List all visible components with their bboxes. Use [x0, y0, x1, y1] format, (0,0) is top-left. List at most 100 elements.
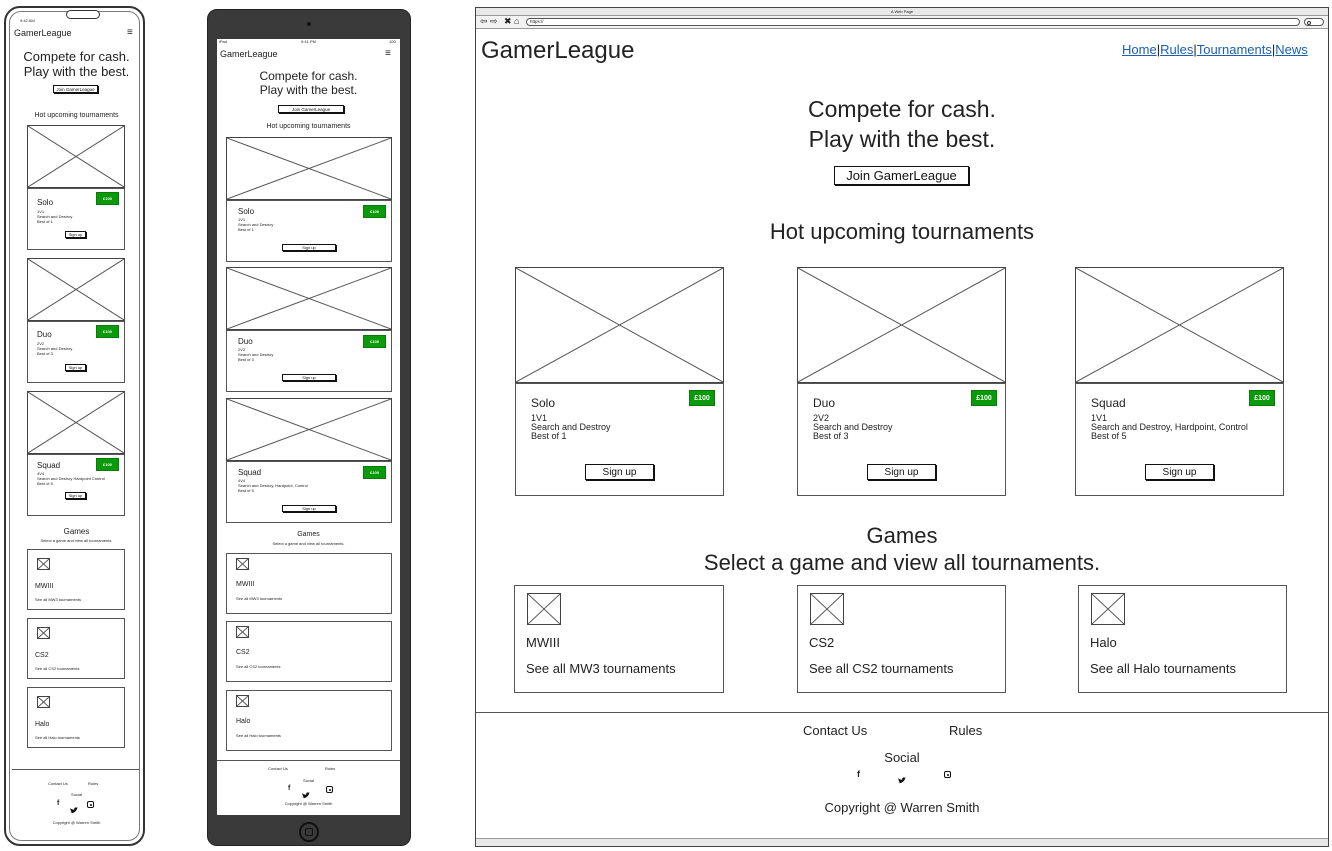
tablet-screen: iPad 9:41 PM 100 GamerLeague ≡ Compete f… — [217, 39, 400, 815]
card-title: Solo — [37, 198, 54, 207]
game-link[interactable]: See all Halo tournaments — [236, 733, 281, 738]
search-box[interactable] — [1304, 18, 1324, 26]
sign-up-button[interactable]: Sign up — [282, 374, 336, 381]
game-image-placeholder — [236, 558, 249, 570]
game-card[interactable]: MWIII See all MW3 tournaments — [514, 585, 724, 693]
sign-up-button[interactable]: Sign up — [65, 231, 86, 238]
game-link[interactable]: See all CS2 tournaments — [236, 664, 280, 669]
prize-badge: £100 — [363, 335, 386, 348]
tablet-game-card[interactable]: Halo See all Halo tournaments — [226, 690, 392, 751]
phone-game-card[interactable]: CS2 See all CS2 tournaments — [27, 618, 125, 679]
browser-titlebar: A Web Page — [476, 8, 1328, 16]
twitter-icon[interactable] — [898, 771, 906, 784]
tablet-join-button[interactable]: Join GamerLeague — [278, 105, 344, 113]
phone-section-title: Hot upcoming tournaments — [34, 112, 119, 119]
game-name: MWIII — [526, 635, 560, 650]
footer-rules-link[interactable]: Rules — [949, 723, 982, 738]
nav-news[interactable]: News — [1275, 42, 1308, 57]
hamburger-menu-icon[interactable]: ≡ — [385, 48, 391, 59]
game-name: MWIII — [236, 581, 255, 588]
game-name: Halo — [35, 721, 50, 728]
footer-contact-link[interactable]: Contact Us — [268, 766, 288, 771]
game-image-placeholder — [810, 593, 844, 625]
tablet-game-card[interactable]: MWIII See all MW3 tournaments — [226, 553, 392, 614]
address-bar[interactable]: https:// — [526, 18, 1300, 26]
instagram-icon[interactable] — [944, 771, 951, 778]
card-format: Best of 5 — [238, 488, 254, 493]
card-format: Best of 1 — [238, 227, 254, 232]
sign-up-button[interactable]: Sign up — [65, 492, 86, 499]
prize-badge: £100 — [96, 192, 119, 205]
tablet-tournament-card: £100 Solo 1V1 Search and Destroy Best of… — [226, 200, 392, 262]
browser-window: A Web Page ⇦ ⇨ ✖ ⌂ https:// GamerLeague … — [475, 7, 1329, 847]
twitter-icon[interactable] — [70, 801, 78, 814]
sign-up-button[interactable]: Sign up — [282, 505, 336, 512]
card-title: Squad — [238, 468, 262, 477]
game-link[interactable]: See all MW3 tournaments — [236, 596, 282, 601]
game-link[interactable]: See all MW3 tournaments — [35, 597, 81, 602]
card-format: Best of 3 — [813, 431, 849, 441]
home-icon[interactable]: ⌂ — [514, 16, 519, 26]
sign-up-button[interactable]: Sign up — [867, 464, 936, 480]
footer-copyright: Copyright @ Warren Smith — [824, 800, 980, 815]
hamburger-menu-icon[interactable]: ≡ — [127, 27, 133, 38]
facebook-icon[interactable]: f — [857, 769, 860, 779]
footer-rules-link[interactable]: Rules — [325, 766, 335, 771]
back-icon[interactable]: ⇦ — [480, 16, 488, 27]
tablet-brand[interactable]: GamerLeague — [220, 49, 278, 59]
tablet-tournament-card: £100 Squad 4V4 Search and Destroy, Hardp… — [226, 461, 392, 523]
game-link[interactable]: See all CS2 tournaments — [809, 661, 954, 676]
game-card[interactable]: CS2 See all CS2 tournaments — [797, 585, 1006, 693]
forward-icon[interactable]: ⇨ — [490, 16, 498, 27]
facebook-icon[interactable]: f — [288, 785, 290, 792]
footer-rules-link[interactable]: Rules — [88, 781, 98, 786]
phone-join-button[interactable]: Join GamerLeague — [53, 85, 98, 93]
phone-image-placeholder — [27, 258, 125, 321]
game-image-placeholder — [37, 696, 50, 708]
tablet-home-button[interactable] — [299, 822, 319, 842]
game-card[interactable]: Halo See all Halo tournaments — [1078, 585, 1287, 693]
sign-up-button[interactable]: Sign up — [282, 244, 336, 251]
nav-rules[interactable]: Rules — [1160, 42, 1193, 57]
phone-game-card[interactable]: MWIII See all MW3 tournaments — [27, 549, 125, 610]
tournament-image-placeholder — [797, 267, 1006, 383]
join-button[interactable]: Join GamerLeague — [834, 166, 969, 185]
card-format: Best of 1 — [531, 431, 567, 441]
games-subtitle: Select a game and view all tournaments. — [703, 550, 1101, 575]
game-link[interactable]: See all MW3 tournaments — [526, 661, 676, 676]
game-link[interactable]: See all CS2 tournaments — [35, 666, 79, 671]
instagram-icon[interactable] — [87, 801, 94, 808]
footer-contact-link[interactable]: Contact Us — [48, 781, 68, 786]
sign-up-button[interactable]: Sign up — [1145, 464, 1214, 480]
game-image-placeholder — [37, 627, 50, 639]
card-format: Best of 1 — [37, 219, 53, 224]
sign-up-button[interactable]: Sign up — [585, 464, 654, 480]
card-format: Best of 3 — [238, 357, 254, 362]
facebook-icon[interactable]: f — [57, 800, 59, 807]
sign-up-button[interactable]: Sign up — [65, 364, 86, 371]
phone-notch — [66, 10, 100, 19]
browser-title: A Web Page — [890, 9, 914, 14]
tournament-card: £100 Duo 2V2 Search and Destroy Best of … — [797, 383, 1006, 496]
game-link[interactable]: See all Halo tournaments — [1090, 661, 1236, 676]
instagram-icon[interactable] — [326, 786, 333, 793]
footer-contact-link[interactable]: Contact Us — [803, 723, 867, 738]
site-brand[interactable]: GamerLeague — [481, 37, 634, 65]
footer-divider — [476, 712, 1328, 713]
phone-image-placeholder — [27, 125, 125, 188]
phone-tournament-card: £100 Squad 4V4 Search and Destroy Hardpo… — [27, 454, 125, 516]
twitter-icon[interactable] — [302, 786, 310, 799]
phone-brand[interactable]: GamerLeague — [14, 28, 72, 38]
tablet-game-card[interactable]: CS2 See all CS2 tournaments — [226, 621, 392, 682]
prize-badge: £100 — [363, 466, 386, 479]
nav-tournaments[interactable]: Tournaments — [1197, 42, 1272, 57]
games-title: Games — [866, 523, 938, 548]
game-name: CS2 — [35, 652, 49, 659]
game-image-placeholder — [236, 695, 249, 707]
prize-badge: £100 — [1249, 390, 1275, 406]
nav-home[interactable]: Home — [1122, 42, 1157, 57]
phone-game-card[interactable]: Halo See all Halo tournaments — [27, 687, 125, 748]
game-link[interactable]: See all Halo tournaments — [35, 735, 80, 740]
hero-line1: Compete for cash. — [808, 96, 996, 122]
close-icon[interactable]: ✖ — [504, 16, 512, 27]
